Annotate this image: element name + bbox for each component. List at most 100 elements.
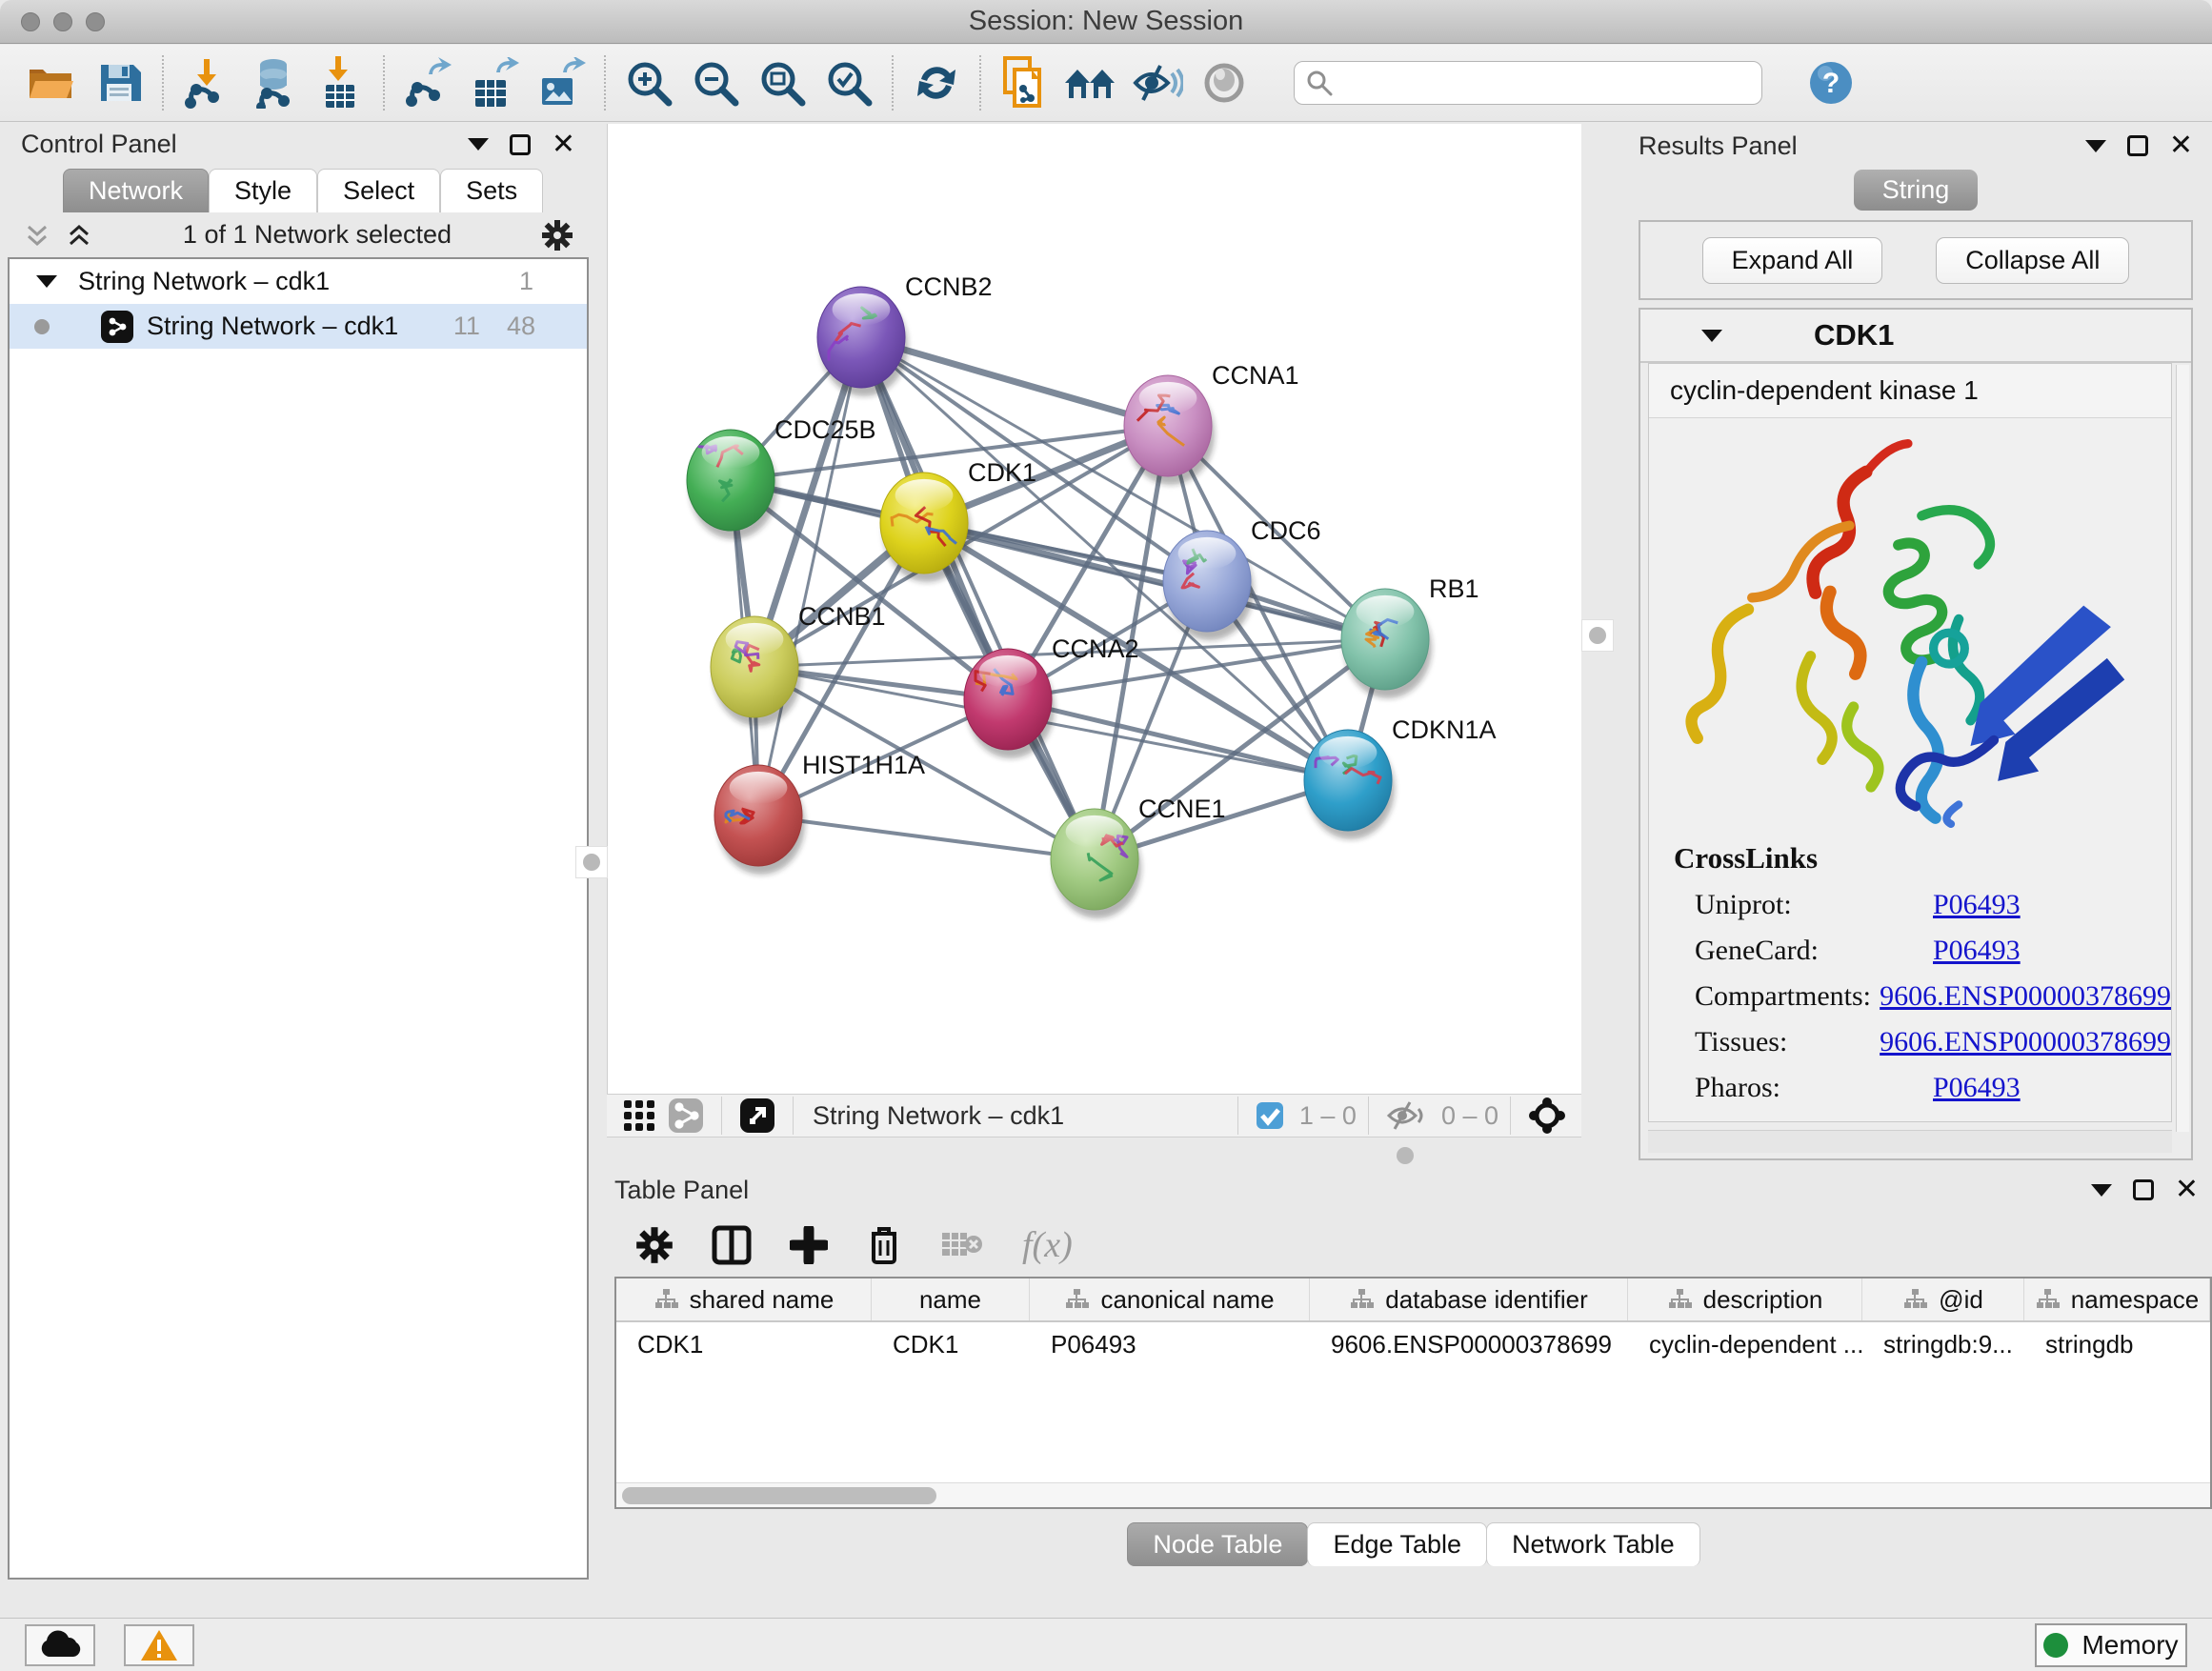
bottom-split-handle[interactable] bbox=[1393, 1143, 1418, 1168]
table-cell[interactable]: P06493 bbox=[1030, 1322, 1310, 1366]
network-list-header: 1 of 1 Network selected bbox=[8, 212, 589, 257]
import-network-database-button[interactable] bbox=[240, 52, 307, 113]
network-node-cdkn1a[interactable]: CDKN1A bbox=[1304, 715, 1497, 839]
selected-filter-checkbox[interactable] bbox=[1250, 1101, 1290, 1130]
network-edge[interactable] bbox=[758, 337, 861, 815]
expand-all-button[interactable]: Expand All bbox=[1702, 237, 1883, 284]
help-button[interactable]: ? bbox=[1804, 52, 1858, 113]
network-node-ccne1[interactable]: CCNE1 bbox=[1051, 795, 1226, 918]
save-session-button[interactable] bbox=[86, 52, 152, 113]
table-cell[interactable]: stringdb bbox=[2024, 1322, 2210, 1366]
export-network-button[interactable] bbox=[394, 52, 461, 113]
crosslink-link[interactable]: P06493 bbox=[1933, 1072, 2021, 1104]
float-panel-icon[interactable] bbox=[2127, 135, 2148, 156]
float-panel-icon[interactable] bbox=[2133, 1179, 2154, 1200]
table-cell[interactable]: CDK1 bbox=[872, 1322, 1030, 1366]
delete-table-button[interactable] bbox=[940, 1229, 984, 1261]
collapse-panel-icon[interactable] bbox=[2091, 1184, 2112, 1197]
zoom-out-button[interactable] bbox=[682, 52, 749, 113]
table-settings-button[interactable] bbox=[635, 1226, 674, 1264]
birdseye-toggle-button[interactable] bbox=[616, 1098, 662, 1133]
network-node-cdk1[interactable]: CDK1 bbox=[880, 458, 1036, 582]
network-edge[interactable] bbox=[758, 815, 1095, 859]
tab-network-table[interactable]: Network Table bbox=[1486, 1522, 1700, 1566]
export-image-button[interactable] bbox=[528, 52, 594, 113]
tab-node-table[interactable]: Node Table bbox=[1127, 1522, 1308, 1566]
left-split-handle[interactable] bbox=[575, 846, 608, 878]
tab-string[interactable]: String bbox=[1854, 170, 1979, 211]
cloud-status-button[interactable] bbox=[25, 1624, 95, 1666]
duplicate-network-button[interactable] bbox=[991, 52, 1057, 113]
column-header-description[interactable]: description bbox=[1628, 1278, 1862, 1320]
network-node-rb1[interactable]: RB1 bbox=[1341, 574, 1479, 698]
collapse-all-icon[interactable] bbox=[23, 221, 51, 250]
results-vertical-scrollbar[interactable] bbox=[2176, 365, 2189, 1132]
import-table-file-button[interactable] bbox=[307, 52, 373, 113]
hide-selected-button[interactable] bbox=[1124, 52, 1191, 113]
search-input[interactable] bbox=[1342, 69, 1750, 98]
zoom-in-button[interactable] bbox=[615, 52, 682, 113]
table-cell[interactable]: CDK1 bbox=[616, 1322, 872, 1366]
network-node-cdc6[interactable]: CDC6 bbox=[1163, 516, 1321, 640]
crosslink-link[interactable]: P06493 bbox=[1933, 889, 2021, 921]
tab-edge-table[interactable]: Edge Table bbox=[1307, 1522, 1487, 1566]
hidden-filter-button[interactable] bbox=[1380, 1100, 1432, 1131]
network-graph[interactable]: CCNB2CCNA1CDC25BCDK1CDC6RB1CCNB1CCNA2CDK… bbox=[608, 124, 1582, 1094]
add-column-button[interactable] bbox=[790, 1226, 828, 1264]
results-horizontal-scrollbar[interactable] bbox=[1648, 1130, 2172, 1153]
column-header-shared-name[interactable]: shared name bbox=[616, 1278, 872, 1320]
show-columns-button[interactable] bbox=[712, 1225, 752, 1265]
network-node-ccnb1[interactable]: CCNB1 bbox=[711, 602, 886, 726]
tab-network[interactable]: Network bbox=[63, 169, 209, 212]
network-row[interactable]: String Network – cdk1 11 48 bbox=[10, 304, 587, 349]
memory-button[interactable]: Memory bbox=[2035, 1623, 2187, 1667]
network-node-hist1h1a[interactable]: HIST1H1A bbox=[714, 751, 925, 875]
close-panel-icon[interactable]: ✕ bbox=[2175, 1176, 2199, 1204]
column-header-database-identifier[interactable]: database identifier bbox=[1310, 1278, 1628, 1320]
table-cell[interactable]: stringdb:9... bbox=[1862, 1322, 2024, 1366]
collapse-panel-icon[interactable] bbox=[468, 138, 489, 151]
show-all-button[interactable] bbox=[1191, 52, 1257, 113]
import-network-file-button[interactable] bbox=[173, 52, 240, 113]
float-panel-icon[interactable] bbox=[510, 134, 531, 155]
detach-view-button[interactable] bbox=[734, 1097, 781, 1134]
tab-style[interactable]: Style bbox=[209, 169, 317, 212]
warnings-button[interactable] bbox=[124, 1624, 194, 1666]
open-session-button[interactable] bbox=[19, 52, 86, 113]
tree-expander-icon[interactable] bbox=[36, 275, 57, 288]
collapse-all-button[interactable]: Collapse All bbox=[1936, 237, 2129, 284]
table-cell[interactable]: cyclin-dependent ... bbox=[1628, 1322, 1862, 1366]
expand-all-icon[interactable] bbox=[65, 221, 93, 250]
crosslink-link[interactable]: 9606.ENSP00000378699 bbox=[1880, 1026, 2171, 1058]
close-panel-icon[interactable]: ✕ bbox=[552, 131, 575, 159]
close-panel-icon[interactable]: ✕ bbox=[2169, 131, 2193, 160]
gene-section-header[interactable]: CDK1 bbox=[1640, 310, 2191, 363]
table-cell[interactable]: 9606.ENSP00000378699 bbox=[1310, 1322, 1628, 1366]
gear-icon[interactable] bbox=[541, 219, 573, 252]
export-table-button[interactable] bbox=[461, 52, 528, 113]
network-share-button[interactable] bbox=[662, 1097, 710, 1134]
column-header-canonical-name[interactable]: canonical name bbox=[1030, 1278, 1310, 1320]
gene-description: cyclin-dependent kinase 1 bbox=[1649, 364, 2171, 418]
column-header--id[interactable]: @id bbox=[1862, 1278, 2024, 1320]
crosslink-link[interactable]: 9606.ENSP00000378699 bbox=[1880, 980, 2171, 1013]
collapse-panel-icon[interactable] bbox=[2085, 140, 2106, 152]
delete-column-button[interactable] bbox=[866, 1224, 902, 1266]
network-collection-row[interactable]: String Network – cdk1 1 bbox=[10, 259, 587, 304]
zoom-selected-button[interactable] bbox=[815, 52, 882, 113]
column-header-name[interactable]: name bbox=[872, 1278, 1030, 1320]
function-builder-button[interactable]: f(x) bbox=[1022, 1224, 1073, 1266]
fit-selected-button[interactable] bbox=[1522, 1097, 1572, 1135]
section-expander-icon[interactable] bbox=[1701, 330, 1722, 342]
tab-select[interactable]: Select bbox=[317, 169, 440, 212]
zoom-fit-button[interactable] bbox=[749, 52, 815, 113]
crosslink-link[interactable]: P06493 bbox=[1933, 935, 2021, 967]
scrollbar-thumb[interactable] bbox=[622, 1487, 936, 1504]
tab-sets[interactable]: Sets bbox=[440, 169, 543, 212]
column-header-namespace[interactable]: namespace bbox=[2024, 1278, 2210, 1320]
refresh-network-button[interactable] bbox=[903, 52, 970, 113]
right-split-handle[interactable] bbox=[1581, 619, 1614, 652]
first-neighbors-button[interactable] bbox=[1057, 52, 1124, 113]
network-edge[interactable] bbox=[861, 337, 1095, 859]
network-canvas[interactable]: CCNB2CCNA1CDC25BCDK1CDC6RB1CCNB1CCNA2CDK… bbox=[607, 124, 1581, 1094]
